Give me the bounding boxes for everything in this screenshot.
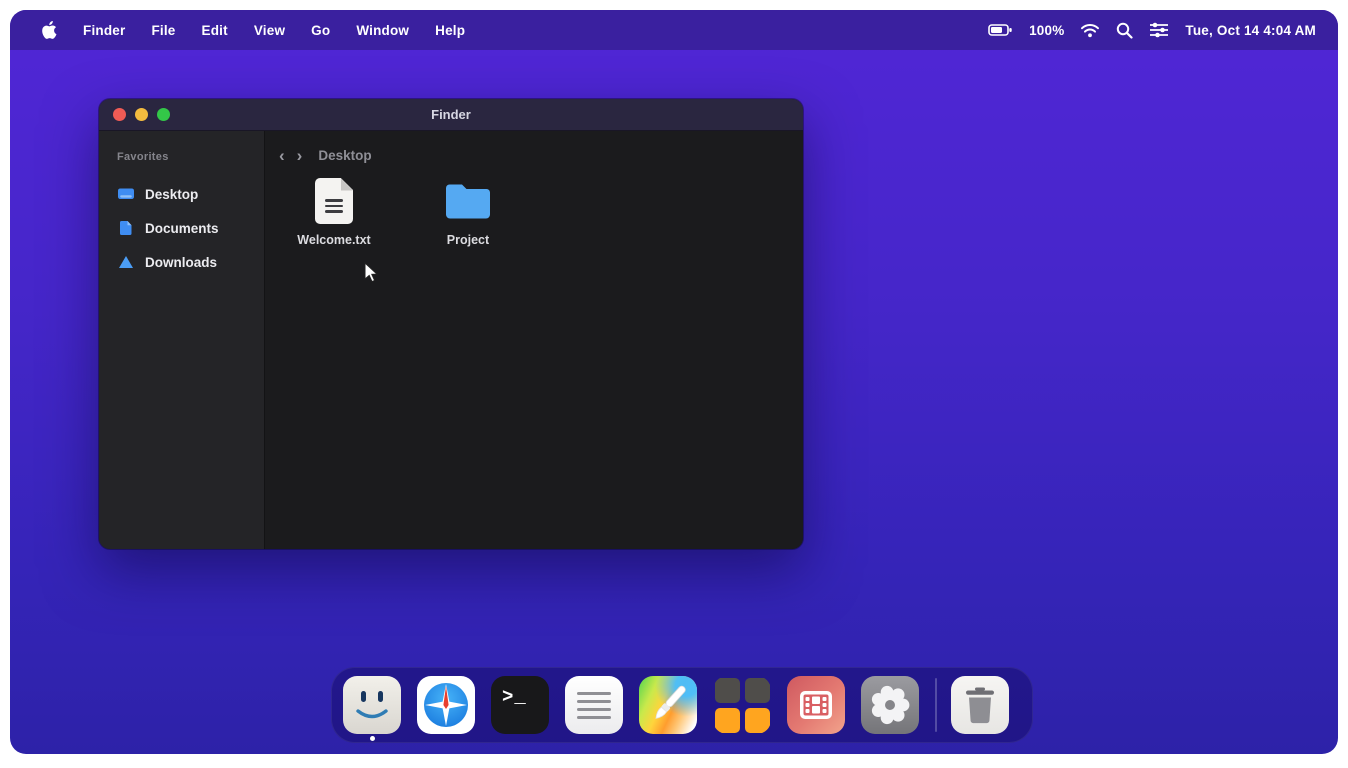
menu-bar-left: Finder File Edit View Go Window Help xyxy=(30,20,475,40)
text-file-icon xyxy=(315,178,353,224)
text-line xyxy=(577,708,611,711)
menu-bar-status: 100% xyxy=(988,22,1316,39)
dock-textedit-icon[interactable] xyxy=(565,676,623,734)
folder-icon xyxy=(443,178,493,224)
file-welcome-txt[interactable]: Welcome.txt xyxy=(289,178,379,247)
traffic-lights xyxy=(99,108,170,121)
dock-safari-icon[interactable] xyxy=(417,676,475,734)
mouse-cursor xyxy=(362,262,382,289)
paintbrush-icon xyxy=(639,676,697,734)
text-line xyxy=(577,692,611,695)
sidebar-item-label: Downloads xyxy=(145,255,217,270)
sidebar-item-downloads[interactable]: Downloads xyxy=(117,245,264,279)
dock-videos-icon[interactable] xyxy=(787,676,845,734)
menu-item-view[interactable]: View xyxy=(244,23,295,38)
file-name: Project xyxy=(447,233,489,247)
sidebar-item-label: Documents xyxy=(145,221,219,236)
window-titlebar[interactable]: Finder xyxy=(99,99,803,131)
compass-icon xyxy=(417,676,475,734)
menu-item-finder[interactable]: Finder xyxy=(73,23,135,38)
finder-window: Finder Favorites Desktop xyxy=(99,99,803,549)
dock-finder-icon[interactable] xyxy=(343,676,401,734)
menu-item-help[interactable]: Help xyxy=(425,23,475,38)
menu-item-window[interactable]: Window xyxy=(346,23,419,38)
minimize-button[interactable] xyxy=(135,108,148,121)
file-name: Welcome.txt xyxy=(297,233,370,247)
wifi-icon[interactable] xyxy=(1080,23,1100,38)
downloads-icon xyxy=(117,253,135,271)
close-button[interactable] xyxy=(113,108,126,121)
menu-bar-clock[interactable]: Tue, Oct 14 4:04 AM xyxy=(1185,23,1316,38)
window-body: Favorites Desktop Documents xyxy=(99,131,803,549)
menu-item-edit[interactable]: Edit xyxy=(192,23,238,38)
window-title: Finder xyxy=(99,107,803,122)
menu-item-go[interactable]: Go xyxy=(301,23,340,38)
dock: >_ xyxy=(331,667,1033,743)
sidebar-item-documents[interactable]: Documents xyxy=(117,211,264,245)
text-line xyxy=(577,716,611,719)
screenshot-root: Finder File Edit View Go Window Help 100… xyxy=(0,0,1348,768)
forward-button[interactable]: › xyxy=(295,147,305,164)
dock-settings-icon[interactable] xyxy=(861,676,919,734)
documents-icon xyxy=(117,219,135,237)
menu-bar: Finder File Edit View Go Window Help 100… xyxy=(10,10,1338,50)
file-project-folder[interactable]: Project xyxy=(423,178,513,247)
filmstrip-icon xyxy=(787,676,845,734)
desktop-icon xyxy=(117,185,135,203)
sidebar-item-desktop[interactable]: Desktop xyxy=(117,177,264,211)
dock-launchpad-icon[interactable] xyxy=(713,676,771,734)
current-folder-label: Desktop xyxy=(318,148,371,163)
battery-icon[interactable] xyxy=(988,22,1013,38)
dock-separator xyxy=(935,678,937,732)
menu-item-file[interactable]: File xyxy=(141,23,185,38)
zoom-button[interactable] xyxy=(157,108,170,121)
trash-can-icon xyxy=(951,676,1009,734)
battery-percent: 100% xyxy=(1029,23,1064,38)
navigation-row: ‹ › Desktop xyxy=(277,147,803,164)
sidebar-section-favorites: Favorites xyxy=(117,151,264,163)
apple-logo-icon xyxy=(40,20,57,40)
gear-icon xyxy=(861,676,919,734)
launchpad-grid-icon xyxy=(715,678,770,733)
finder-sidebar: Favorites Desktop Documents xyxy=(99,131,265,549)
text-line xyxy=(577,700,611,703)
terminal-prompt-glyph: >_ xyxy=(502,686,527,708)
desktop-wallpaper: Finder File Edit View Go Window Help 100… xyxy=(10,10,1338,754)
back-button[interactable]: ‹ xyxy=(277,147,287,164)
finder-running-indicator xyxy=(370,736,375,741)
finder-face-icon xyxy=(343,676,401,734)
sidebar-item-label: Desktop xyxy=(145,187,198,202)
apple-menu[interactable] xyxy=(30,20,67,40)
search-icon[interactable] xyxy=(1116,22,1133,39)
dock-trash-icon[interactable] xyxy=(951,676,1009,734)
dock-terminal-icon[interactable]: >_ xyxy=(491,676,549,734)
control-center-icon[interactable] xyxy=(1149,22,1169,38)
finder-content[interactable]: ‹ › Desktop Welcome.txt xyxy=(265,131,803,549)
dock-paint-icon[interactable] xyxy=(639,676,697,734)
file-grid: Welcome.txt Project xyxy=(265,164,803,247)
